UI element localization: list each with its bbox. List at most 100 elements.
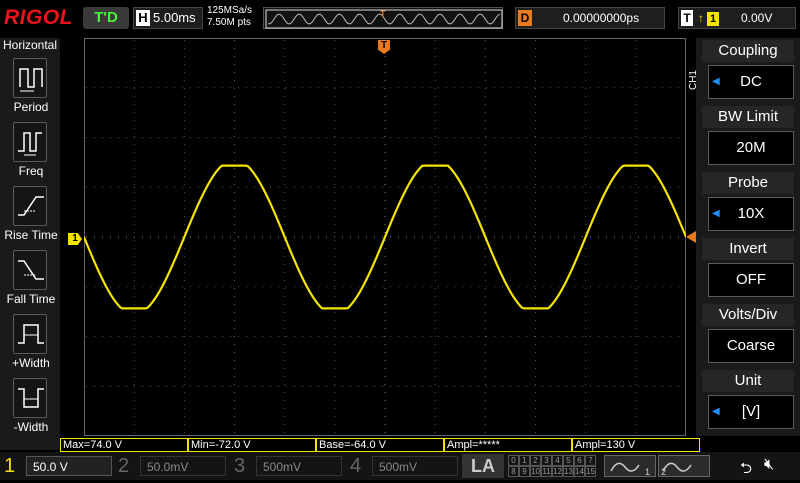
graticule-dot (406, 236, 407, 238)
measure-width-button[interactable] (13, 314, 47, 354)
graticule-dot (234, 88, 235, 89)
graticule-dot (454, 87, 455, 89)
channel-3-number[interactable]: 3 (234, 454, 245, 478)
graticule-dot (246, 87, 247, 89)
graticule-dot (350, 385, 351, 387)
graticule-dot (183, 48, 185, 49)
measure-rise-time-button[interactable] (13, 186, 47, 226)
graticule-dot (183, 384, 185, 385)
memory-overview-window[interactable]: T (263, 7, 503, 29)
graticule-dot (284, 112, 286, 113)
measurement-readout[interactable]: Ampl=130 V (572, 438, 700, 452)
graticule-dot (238, 286, 239, 288)
rise-time-icon (18, 196, 44, 216)
channel-4-scale[interactable]: 500mV (372, 456, 458, 476)
graticule-dot (284, 392, 286, 393)
measure-freq-button[interactable] (13, 122, 47, 162)
graticule-dot (118, 186, 119, 188)
graticule-dot (534, 385, 535, 387)
menu-value-invert[interactable]: OFF (708, 263, 794, 297)
graticule-dot (566, 286, 567, 288)
graticule-dot (384, 144, 386, 145)
graticule-dot (382, 336, 383, 337)
graticule-dot (246, 137, 247, 138)
graticule-dot (678, 87, 679, 89)
graticule-dot (484, 216, 486, 217)
graticule-dot (518, 87, 519, 89)
graticule-dot (535, 200, 536, 201)
menu-value-text: Coarse (726, 337, 776, 354)
la-button[interactable]: LA (462, 454, 504, 478)
measure-fall-time-button[interactable] (13, 250, 47, 290)
menu-value-volts-div[interactable]: Coarse (708, 329, 794, 363)
waveform-display[interactable] (82, 38, 688, 436)
graticule-dot (284, 320, 286, 321)
graticule-dot (635, 120, 637, 121)
graticule-dot (398, 286, 399, 288)
graticule-dot (598, 137, 599, 138)
speaker-muted-icon[interactable]: 🔇︎ (764, 456, 774, 474)
graticule-dot (234, 40, 235, 41)
graticule-dot (284, 304, 286, 305)
graticule-dot (384, 160, 386, 161)
graticule-dot (438, 137, 439, 138)
sine-wave-icon: 2 (661, 462, 692, 477)
graticule-dot (133, 368, 135, 369)
graticule-dot (150, 286, 151, 288)
delay-display[interactable]: D 0.00000000ps (515, 7, 665, 29)
generator-2-button[interactable]: 2 (658, 455, 710, 477)
graticule-dot (635, 304, 637, 305)
graticule-dot (133, 384, 135, 385)
graticule-dot (585, 304, 587, 305)
trigger-display[interactable]: T ↑ 1 0.00V (678, 7, 796, 29)
ch1-ground-marker[interactable]: 1 (68, 233, 82, 245)
graticule-dot (550, 385, 551, 387)
graticule-dot (284, 248, 286, 249)
graticule-dot (630, 336, 631, 337)
graticule-dot (86, 286, 87, 288)
graticule-dot (635, 176, 637, 177)
graticule-dot (622, 336, 623, 337)
graticule-dot (350, 236, 351, 238)
measurement-readout[interactable]: Ampl=***** (444, 438, 572, 452)
channel-2-scale[interactable]: 50.0mV (140, 456, 226, 476)
channel-3-scale[interactable]: 500mV (256, 456, 342, 476)
graticule-dot (484, 352, 486, 353)
graticule-dot (286, 236, 287, 238)
channel-4-number[interactable]: 4 (350, 454, 361, 478)
measurement-readout[interactable]: Min=-72.0 V (188, 438, 316, 452)
menu-value-bw-limit[interactable]: 20M (708, 131, 794, 165)
menu-value-unit[interactable]: ◀ [V] (708, 395, 794, 429)
graticule-dot (334, 48, 336, 49)
graticule-dot (183, 320, 185, 321)
channel-1-number[interactable]: 1 (4, 454, 15, 478)
graticule-dot (234, 264, 235, 265)
menu-value-probe[interactable]: ◀ 10X (708, 197, 794, 231)
graticule-dot (484, 120, 486, 121)
graticule-dot (582, 87, 583, 89)
measure-width-button[interactable] (13, 378, 47, 418)
graticule-dot (535, 432, 536, 433)
measure-period-button[interactable] (13, 58, 47, 98)
graticule-dot (654, 336, 655, 337)
graticule-dot (585, 104, 587, 105)
graticule-dot (234, 384, 235, 385)
trigger-level-marker[interactable] (686, 231, 696, 243)
measurement-readout[interactable]: Base=-64.0 V (316, 438, 444, 452)
channel-1-scale[interactable]: 50.0 V (26, 456, 112, 476)
graticule-dot (635, 144, 637, 145)
timebase-display[interactable]: H 5.00ms (133, 7, 203, 29)
graticule-dot (585, 368, 587, 369)
measure-label: +Width (12, 356, 50, 370)
graticule-dot (142, 137, 143, 138)
generator-1-button[interactable]: 1 (604, 455, 656, 477)
graticule-dot (284, 408, 286, 409)
graticule-dot (384, 72, 386, 73)
menu-value-coupling[interactable]: ◀ DC (708, 65, 794, 99)
measurement-readout[interactable]: Max=74.0 V (60, 438, 188, 452)
graticule-dot (190, 286, 191, 288)
graticule-dot (302, 286, 303, 288)
channel-2-number[interactable]: 2 (118, 454, 129, 478)
channel-tag: CH1 (688, 70, 699, 91)
graticule-dot (614, 336, 615, 337)
